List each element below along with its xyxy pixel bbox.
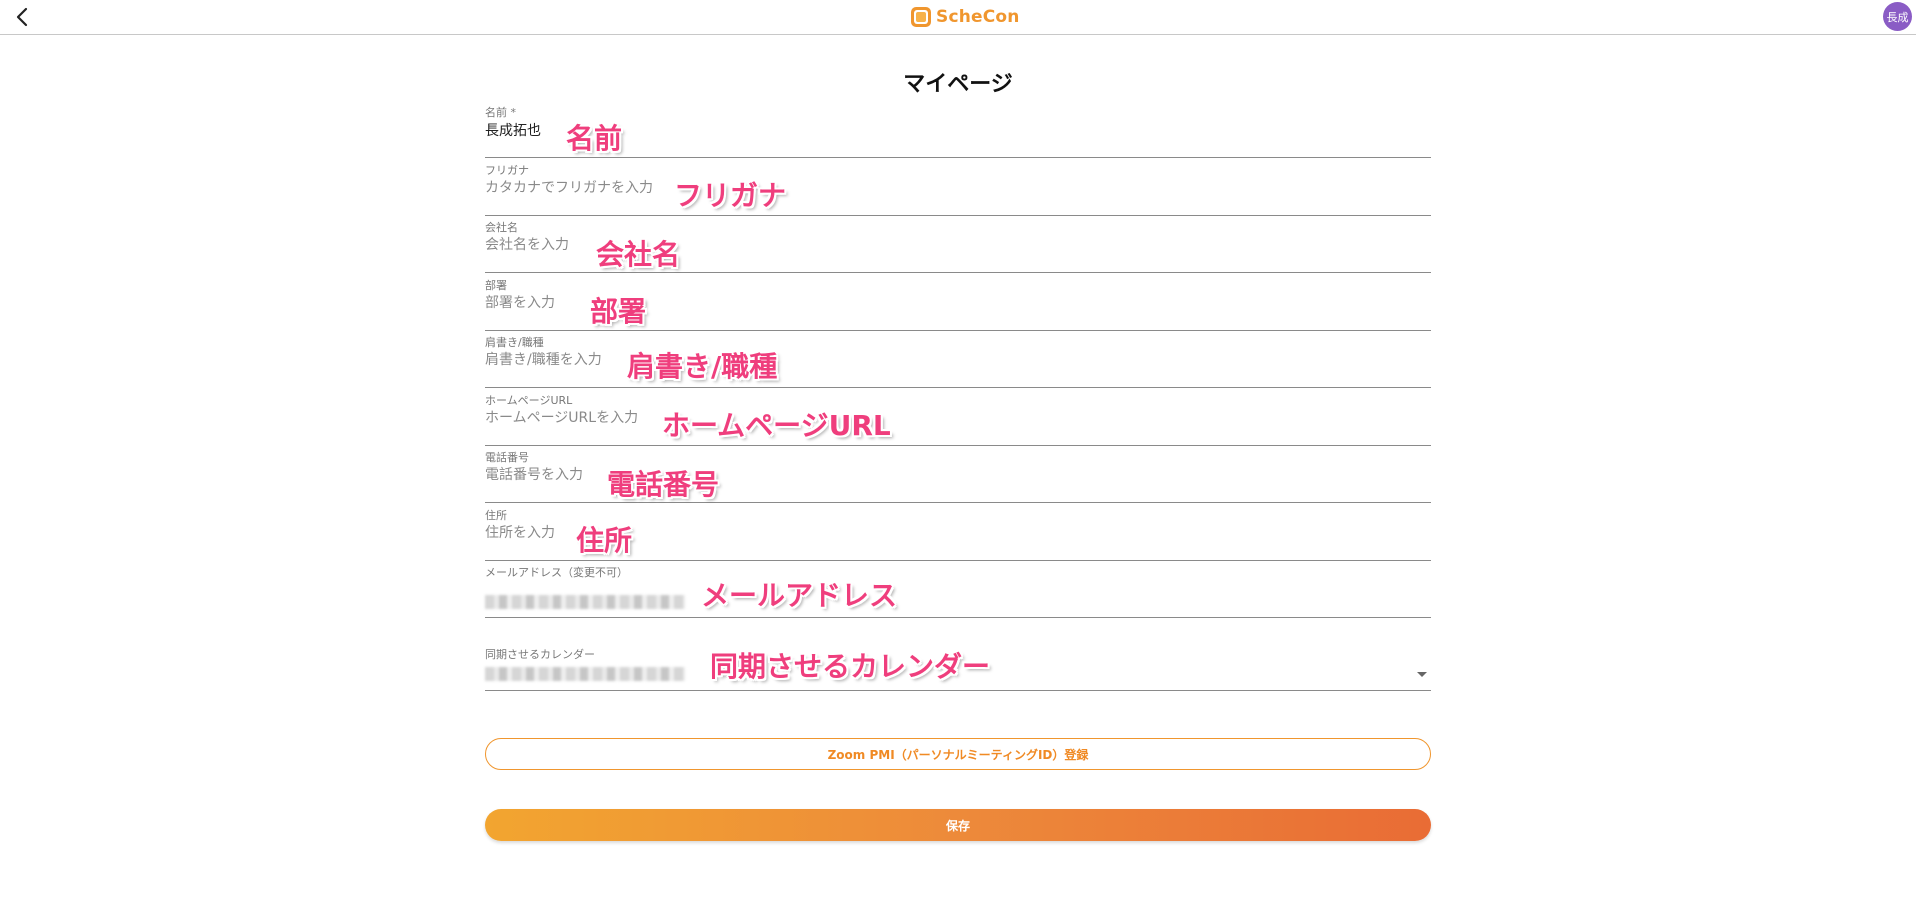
address-field: 住所 [485, 503, 1431, 561]
company-input[interactable] [485, 233, 1425, 257]
calendar-select[interactable]: 同期させるカレンダー [485, 640, 1431, 691]
zoom-pmi-register-button[interactable]: Zoom PMI（パーソナルミーティングID）登録 [485, 738, 1431, 770]
name-field: 名前 * [485, 100, 1431, 158]
title-input[interactable] [485, 348, 1425, 372]
email-field: メールアドレス（変更不可） [485, 560, 1431, 618]
company-field: 会社名 [485, 215, 1431, 273]
phone-input[interactable] [485, 463, 1425, 487]
title-field: 肩書き/職種 [485, 330, 1431, 388]
homepage-input[interactable] [485, 406, 1425, 430]
back-button[interactable] [8, 4, 36, 30]
app-header: ScheCon 長成 [0, 0, 1916, 35]
dropdown-arrow-icon [1417, 672, 1427, 677]
department-field: 部署 [485, 273, 1431, 331]
logo-text: ScheCon [936, 7, 1020, 27]
address-input[interactable] [485, 521, 1425, 545]
user-avatar[interactable]: 長成 [1883, 2, 1912, 31]
page-title: マイページ [903, 72, 1013, 97]
furigana-field: フリガナ [485, 158, 1431, 216]
app-logo[interactable]: ScheCon [910, 4, 1020, 30]
name-input[interactable] [485, 118, 1425, 142]
save-button[interactable]: 保存 [485, 809, 1431, 841]
calendar-redacted-value [485, 667, 685, 681]
department-input[interactable] [485, 291, 1425, 315]
chevron-left-icon [16, 7, 28, 27]
schecon-logo-icon [911, 7, 931, 27]
calendar-label: 同期させるカレンダー [485, 648, 595, 661]
phone-field: 電話番号 [485, 445, 1431, 503]
furigana-input[interactable] [485, 176, 1425, 200]
email-label: メールアドレス（変更不可） [485, 566, 628, 579]
homepage-field: ホームページURL [485, 388, 1431, 446]
email-redacted-value [485, 595, 685, 609]
